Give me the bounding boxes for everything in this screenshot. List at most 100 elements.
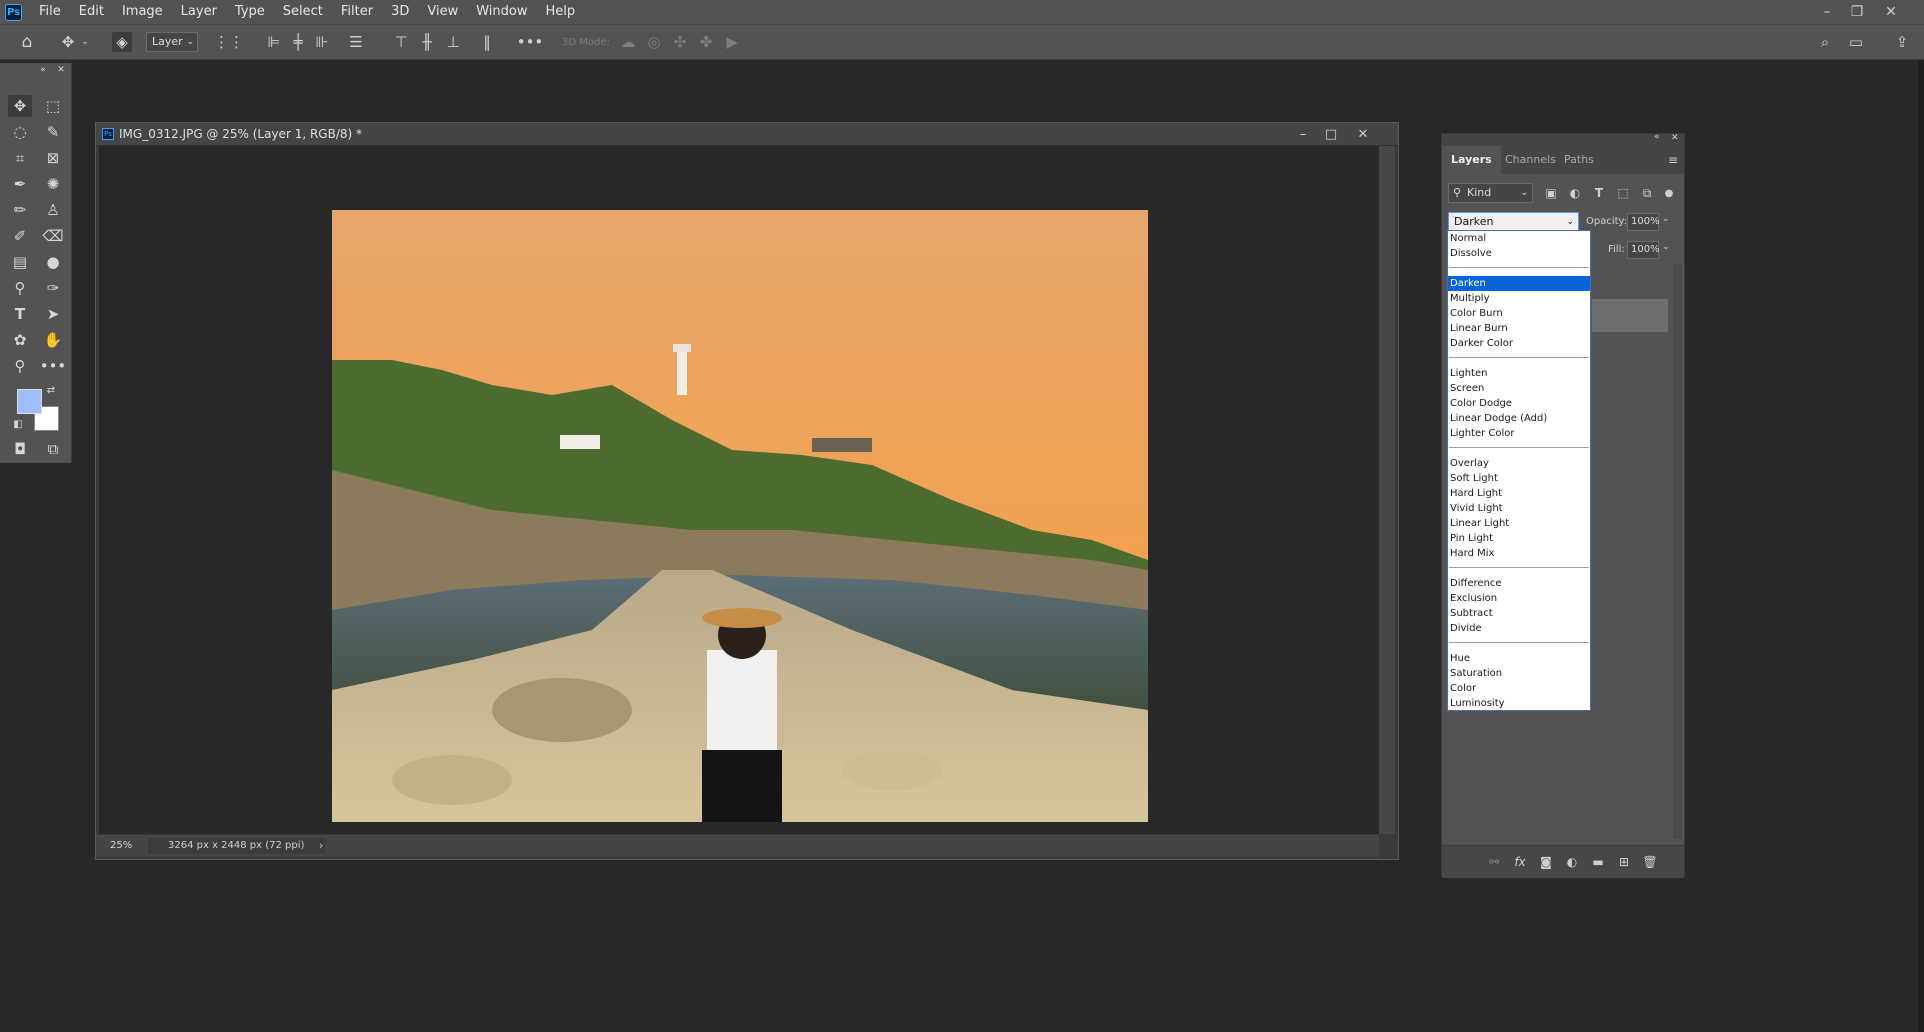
blend-option-normal[interactable]: Normal bbox=[1448, 231, 1590, 246]
collapse-icon[interactable]: « bbox=[1654, 132, 1660, 142]
blend-option-subtract[interactable]: Subtract bbox=[1448, 606, 1590, 621]
distribute-icon[interactable]: ☰ bbox=[346, 32, 366, 52]
panel-menu-icon[interactable]: ≡ bbox=[1668, 153, 1678, 167]
blur-tool-icon[interactable]: ● bbox=[41, 251, 65, 273]
healing-tool-icon[interactable]: ✺ bbox=[41, 173, 65, 195]
layers-scrollbar[interactable] bbox=[1673, 264, 1682, 839]
blend-option-overlay[interactable]: Overlay bbox=[1448, 456, 1590, 471]
blend-option-linear-dodge[interactable]: Linear Dodge (Add) bbox=[1448, 411, 1590, 426]
menu-type[interactable]: Type bbox=[226, 0, 274, 24]
type-tool-icon[interactable]: T bbox=[8, 303, 32, 325]
distribute-vertical-icon[interactable]: ‖ bbox=[477, 32, 497, 52]
search-icon[interactable]: ⌕ bbox=[1815, 32, 1835, 52]
blend-option-hard-mix[interactable]: Hard Mix bbox=[1448, 546, 1590, 561]
home-icon[interactable]: ⌂ bbox=[17, 32, 37, 52]
new-layer-icon[interactable]: ⊞ bbox=[1613, 854, 1635, 870]
frame-tool-icon[interactable]: ⊠ bbox=[41, 147, 65, 169]
close-icon[interactable]: ✕ bbox=[1876, 0, 1906, 24]
blend-option-screen[interactable]: Screen bbox=[1448, 381, 1590, 396]
menu-view[interactable]: View bbox=[418, 0, 467, 24]
vertical-scrollbar[interactable] bbox=[1379, 146, 1395, 834]
adjustment-layer-icon[interactable]: ◐ bbox=[1561, 854, 1583, 870]
blend-option-multiply[interactable]: Multiply bbox=[1448, 291, 1590, 306]
chevron-down-icon[interactable]: ⌄ bbox=[1662, 214, 1670, 224]
add-mask-icon[interactable]: ◙ bbox=[1535, 854, 1557, 870]
menu-window[interactable]: Window bbox=[467, 0, 536, 24]
quick-mask-icon[interactable]: ◘ bbox=[8, 438, 32, 460]
link-layers-icon[interactable]: ⚯ bbox=[1483, 854, 1505, 870]
crop-tool-icon[interactable]: ⌗ bbox=[8, 147, 32, 169]
canvas-area[interactable] bbox=[99, 146, 1379, 834]
gradient-tool-icon[interactable]: ▤ bbox=[8, 251, 32, 273]
more-options-icon[interactable]: ••• bbox=[517, 32, 544, 52]
more-tools-icon[interactable]: ••• bbox=[40, 355, 67, 377]
new-group-icon[interactable]: ▬ bbox=[1587, 854, 1609, 870]
delete-layer-icon[interactable]: 🗑 bbox=[1639, 854, 1661, 870]
brush-tool-icon[interactable]: ✏ bbox=[8, 199, 32, 221]
blend-option-linear-burn[interactable]: Linear Burn bbox=[1448, 321, 1590, 336]
filter-kind-dropdown[interactable]: ⚲ Kind ⌄ bbox=[1448, 183, 1533, 203]
blend-option-difference[interactable]: Difference bbox=[1448, 576, 1590, 591]
filter-type-icon[interactable]: T bbox=[1590, 185, 1608, 201]
close-panel-icon[interactable]: ✕ bbox=[54, 65, 68, 75]
filter-pixel-icon[interactable]: ▣ bbox=[1542, 185, 1560, 201]
align-middle-icon[interactable]: ╫ bbox=[417, 32, 437, 52]
eyedropper-tool-icon[interactable]: ✒ bbox=[8, 173, 32, 195]
align-left-icon[interactable]: ⊫ bbox=[264, 32, 284, 52]
blend-option-soft-light[interactable]: Soft Light bbox=[1448, 471, 1590, 486]
blend-option-color[interactable]: Color bbox=[1448, 681, 1590, 696]
layer-row[interactable] bbox=[1592, 299, 1668, 332]
eraser-tool-icon[interactable]: ⌫ bbox=[41, 225, 65, 247]
blend-option-pin-light[interactable]: Pin Light bbox=[1448, 531, 1590, 546]
minimize-icon[interactable]: – bbox=[1290, 123, 1316, 145]
menu-filter[interactable]: Filter bbox=[332, 0, 382, 24]
blend-option-hard-light[interactable]: Hard Light bbox=[1448, 486, 1590, 501]
3d-slide-icon[interactable]: ✤ bbox=[696, 32, 716, 52]
blend-option-color-burn[interactable]: Color Burn bbox=[1448, 306, 1590, 321]
blend-option-lighter-color[interactable]: Lighter Color bbox=[1448, 426, 1590, 441]
collapse-icon[interactable]: « bbox=[36, 65, 50, 75]
lasso-tool-icon[interactable]: ◌ bbox=[8, 121, 32, 143]
blend-mode-dropdown[interactable]: Darken ⌄ bbox=[1448, 212, 1579, 232]
align-right-icon[interactable]: ⊪ bbox=[312, 32, 332, 52]
filter-shape-icon[interactable]: ⬚ bbox=[1614, 185, 1632, 201]
fill-field[interactable]: 100% bbox=[1627, 241, 1660, 259]
3d-scale-icon[interactable]: ▶ bbox=[722, 32, 742, 52]
close-icon[interactable]: ✕ bbox=[1350, 123, 1376, 145]
minimize-icon[interactable]: – bbox=[1812, 0, 1842, 24]
restore-icon[interactable]: ❐ bbox=[1842, 0, 1872, 24]
path-select-tool-icon[interactable]: ➤ bbox=[41, 303, 65, 325]
blend-option-darker-color[interactable]: Darker Color bbox=[1448, 336, 1590, 351]
screen-mode-icon[interactable]: ⧉ bbox=[41, 438, 65, 460]
filter-smart-object-icon[interactable]: ⧉ bbox=[1638, 185, 1656, 201]
move-tool-icon[interactable]: ✥ bbox=[58, 32, 78, 52]
menu-layer[interactable]: Layer bbox=[172, 0, 226, 24]
quick-select-tool-icon[interactable]: ✎ bbox=[41, 121, 65, 143]
menu-help[interactable]: Help bbox=[537, 0, 585, 24]
align-bottom-icon[interactable]: ⊥ bbox=[443, 32, 463, 52]
hand-tool-icon[interactable]: ✋ bbox=[41, 329, 65, 351]
chevron-down-icon[interactable]: ⌄ bbox=[80, 32, 90, 52]
menu-3d[interactable]: 3D bbox=[382, 0, 418, 24]
document-size-info[interactable]: 3264 px x 2448 px (72 ppi) bbox=[148, 838, 326, 854]
marquee-tool-icon[interactable]: ⬚ bbox=[41, 95, 65, 117]
blend-option-linear-light[interactable]: Linear Light bbox=[1448, 516, 1590, 531]
default-colors-icon[interactable]: ◧ bbox=[11, 417, 25, 431]
menu-file[interactable]: File bbox=[30, 0, 70, 24]
3d-roll-icon[interactable]: ◎ bbox=[644, 32, 664, 52]
blend-option-dissolve[interactable]: Dissolve bbox=[1448, 246, 1590, 261]
align-top-icon[interactable]: ⊤ bbox=[391, 32, 411, 52]
share-icon[interactable]: ⇪ bbox=[1892, 32, 1912, 52]
fx-icon[interactable]: fx bbox=[1509, 854, 1531, 870]
menu-image[interactable]: Image bbox=[113, 0, 172, 24]
blend-option-luminosity[interactable]: Luminosity bbox=[1448, 696, 1590, 711]
close-icon[interactable]: ✕ bbox=[1671, 133, 1679, 143]
shape-tool-icon[interactable]: ✿ bbox=[8, 329, 32, 351]
menu-select[interactable]: Select bbox=[274, 0, 332, 24]
auto-select-icon[interactable]: ◈ bbox=[112, 32, 132, 52]
blend-option-hue[interactable]: Hue bbox=[1448, 651, 1590, 666]
auto-select-target-dropdown[interactable]: Layer ⌄ bbox=[146, 32, 198, 52]
blend-option-darken[interactable]: Darken bbox=[1448, 276, 1590, 291]
align-center-icon[interactable]: ╪ bbox=[288, 32, 308, 52]
move-tool-icon[interactable]: ✥ bbox=[8, 95, 32, 117]
